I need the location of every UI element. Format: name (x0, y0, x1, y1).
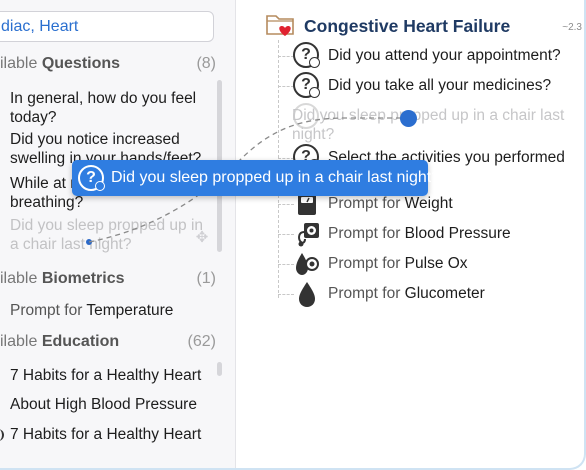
section-title: Biometrics (41, 270, 125, 287)
biometrics-section-header[interactable]: ilable Biometrics (1) (0, 270, 216, 288)
biometric-label: Prompt for Pulse Ox (328, 255, 468, 273)
label-name: Glucometer (404, 285, 485, 302)
protocol-title[interactable]: Congestive Heart Failure (304, 16, 510, 37)
tree-branch (278, 204, 294, 205)
item-name: Temperature (86, 302, 174, 319)
drop-target-dot (400, 110, 417, 127)
tree-branch (278, 86, 294, 87)
drag-origin-dot (86, 239, 92, 245)
question-label: Did you take all your medicines? (328, 77, 552, 94)
biometric-label: Prompt for Glucometer (328, 285, 485, 303)
section-title: Education (41, 333, 120, 350)
section-count: (1) (196, 270, 216, 287)
section-count: (8) (196, 55, 216, 72)
label-prefix: Prompt for (328, 225, 405, 242)
library-panel: diac, Heart ilable Questions (8) In gene… (0, 0, 236, 468)
dragged-question-chip[interactable]: ? Did you sleep propped up in a chair la… (72, 160, 440, 196)
version-label: ~2.3 (562, 22, 582, 33)
section-prefix: ilable (0, 55, 42, 72)
dragged-question-placeholder: Did you sleep propped up in a chair last… (10, 217, 204, 253)
section-prefix: ilable (0, 333, 42, 350)
blood-drop-icon (299, 282, 315, 307)
biometric-label: Prompt for Weight (328, 195, 453, 213)
education-item[interactable]: 7 Habits for a Healthy Heart (10, 366, 210, 385)
biometric-label: Prompt for Blood Pressure (328, 225, 511, 243)
label-prefix: Prompt for (328, 255, 405, 272)
item-prefix: Prompt for (10, 302, 87, 319)
protocol-question-row[interactable]: ? Did you attend your appointment? (278, 42, 578, 70)
tree-branch (278, 264, 294, 265)
dragged-question-label: Did you sleep propped up in a chair last… (111, 169, 441, 186)
tree-branch (278, 234, 294, 235)
education-item[interactable]: About High Blood Pressure (10, 395, 210, 414)
tree-branch (278, 158, 294, 159)
biometric-row[interactable]: Prompt for Pulse Ox (278, 250, 578, 278)
protocol-question-row[interactable]: ? Did you take all your medicines? (278, 72, 578, 100)
biometric-row[interactable]: Prompt for Blood Pressure (278, 220, 578, 248)
education-item[interactable]: 7 Habits for a Healthy Heart (10, 425, 210, 444)
section-title: Questions (41, 55, 121, 72)
tree-branch (278, 294, 294, 295)
section-prefix: ilable (0, 270, 42, 287)
question-item[interactable]: In general, how do you feel today? (10, 89, 210, 127)
label-name: Pulse Ox (404, 255, 468, 272)
search-input[interactable]: diac, Heart (0, 11, 214, 42)
app-frame: diac, Heart ilable Questions (8) In gene… (0, 0, 586, 470)
biometric-item[interactable]: Prompt for Temperature (10, 301, 210, 320)
folder-heart-icon[interactable] (266, 12, 296, 38)
scrollbar[interactable] (217, 362, 222, 376)
label-prefix: Prompt for (328, 195, 405, 212)
question-icon: ? (78, 165, 105, 191)
question-label: Did you attend your appointment? (328, 47, 561, 64)
education-section-header[interactable]: ilable Education (62) (0, 333, 216, 351)
label-name: Blood Pressure (404, 225, 511, 242)
label-name: Weight (404, 195, 453, 212)
question-icon: ? (293, 72, 321, 100)
tree-branch (278, 56, 294, 57)
blood-pressure-icon (298, 223, 319, 247)
item-bullet-icon (0, 429, 4, 441)
move-handle-icon[interactable]: ✥ (193, 228, 211, 246)
biometric-row[interactable]: Prompt for Glucometer (278, 280, 578, 308)
protocol-panel: ~2.3 Congestive Heart Failure ? Did you … (237, 0, 584, 468)
drop-preview-question: Did you sleep propped up in a chair last… (292, 107, 565, 143)
label-prefix: Prompt for (328, 285, 405, 302)
question-icon: ? (293, 42, 321, 70)
pulse-ox-icon (296, 253, 319, 275)
section-count: (62) (187, 333, 216, 350)
questions-section-header[interactable]: ilable Questions (8) (0, 55, 216, 73)
